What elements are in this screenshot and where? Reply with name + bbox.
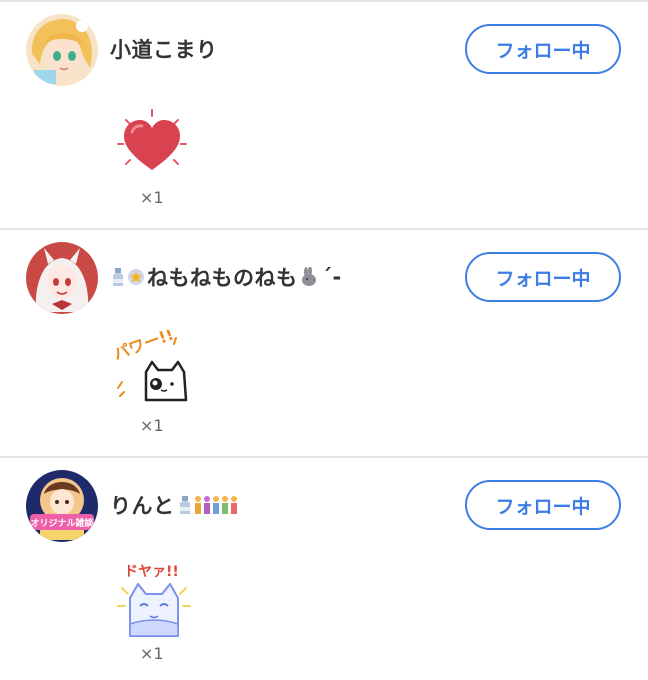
user-name-row: ねもねものねも ´-	[110, 262, 342, 292]
user-name[interactable]: りんと	[110, 490, 175, 520]
rabbit-icon	[301, 267, 316, 286]
svg-text:パワー!!: パワー!!	[112, 330, 176, 364]
sake-bottle-icon	[113, 268, 123, 286]
follow-button[interactable]: フォロー中	[465, 252, 621, 302]
follow-button[interactable]: フォロー中	[465, 24, 621, 74]
people-icons	[194, 496, 237, 514]
user-name-row: 小道こまり	[110, 34, 218, 64]
follow-button[interactable]: フォロー中	[465, 480, 621, 530]
name-suffix-text: ´-	[321, 265, 342, 289]
avatar-banner-text: オリジナル雑談	[30, 517, 94, 529]
list-item: オリジナル雑談 りんと フォロー中 ドヤァ!! ×1	[0, 458, 648, 680]
list-item: 小道こまり フォロー中 ×1	[0, 2, 648, 230]
doya-text: ドヤァ!!	[124, 564, 179, 580]
name-decoration	[177, 495, 238, 515]
star-icon	[128, 269, 144, 285]
doya-cat-sticker: ドヤァ!!	[112, 558, 196, 638]
name-decoration	[110, 267, 145, 287]
name-decoration	[300, 267, 320, 287]
gift-count: ×1	[140, 644, 164, 663]
heart-sticker	[112, 102, 196, 182]
avatar[interactable]	[26, 242, 98, 314]
gift-sender-list: 小道こまり フォロー中 ×1 ねもねものねも ´- フォロー中 パワー!! ×1…	[0, 0, 648, 680]
power-text: パワー!!	[112, 330, 176, 364]
gift-count: ×1	[140, 188, 164, 207]
gift-count: ×1	[140, 416, 164, 435]
user-name[interactable]: 小道こまり	[110, 34, 218, 64]
avatar[interactable]: オリジナル雑談	[26, 470, 98, 542]
sake-bottle-icon	[179, 496, 190, 514]
user-name-row: りんと	[110, 490, 238, 520]
user-name[interactable]: ねもねものねも	[147, 262, 298, 292]
avatar[interactable]	[26, 14, 98, 86]
list-item: ねもねものねも ´- フォロー中 パワー!! ×1	[0, 230, 648, 458]
power-cat-sticker: パワー!!	[112, 330, 196, 410]
